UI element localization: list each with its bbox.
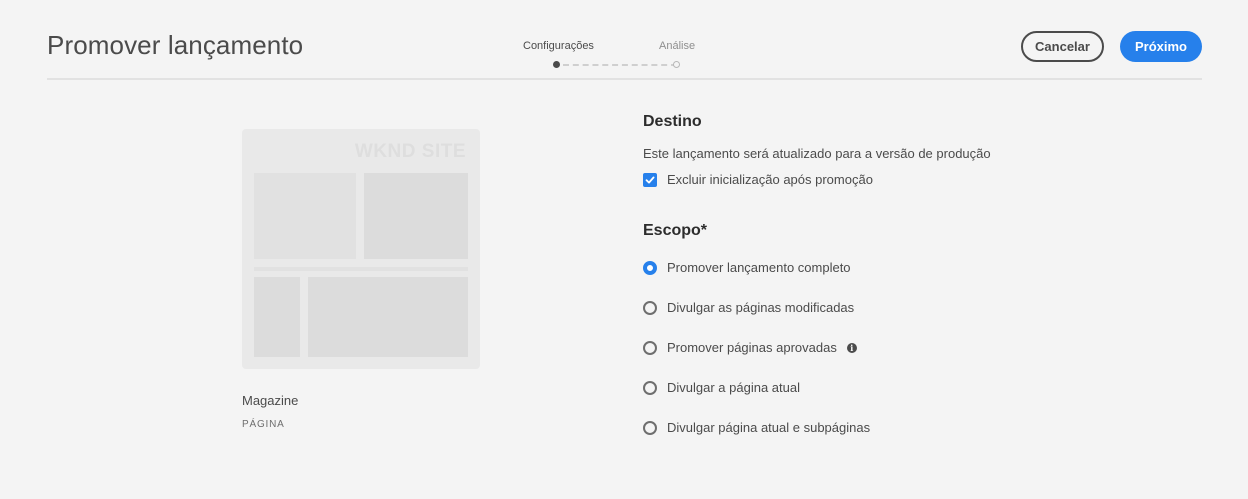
scope-option-label: Divulgar as páginas modificadas bbox=[667, 300, 855, 315]
page-thumbnail: WKND SITE bbox=[242, 129, 480, 369]
thumbnail-image-block bbox=[308, 277, 468, 357]
radio-button[interactable] bbox=[643, 340, 657, 355]
radio-button[interactable] bbox=[643, 260, 657, 275]
thumbnail-separator bbox=[254, 267, 468, 271]
thumbnail-image-block bbox=[364, 173, 468, 259]
next-button[interactable]: Próximo bbox=[1120, 31, 1202, 62]
header-divider bbox=[47, 78, 1202, 80]
info-icon[interactable]: i bbox=[846, 342, 857, 353]
scope-option-current-subpages[interactable]: Divulgar página atual e subpáginas bbox=[643, 420, 870, 435]
scope-option-approved[interactable]: Promover páginas aprovadas i bbox=[643, 340, 857, 355]
header: Promover lançamento Configurações Anális… bbox=[0, 0, 1248, 80]
radio-button[interactable] bbox=[643, 300, 657, 315]
page-title: Promover lançamento bbox=[47, 30, 304, 60]
cancel-button[interactable]: Cancelar bbox=[1021, 31, 1104, 62]
thumbnail-site-title: WKND SITE bbox=[354, 141, 466, 162]
scope-option-current[interactable]: Divulgar a página atual bbox=[643, 380, 800, 395]
thumbnail-image-block bbox=[254, 173, 356, 259]
page-name: Magazine bbox=[242, 393, 299, 408]
step-connector bbox=[563, 64, 677, 66]
destination-heading: Destino bbox=[643, 113, 702, 130]
step-configuracoes-dot bbox=[553, 61, 560, 68]
step-analise-dot bbox=[673, 61, 680, 68]
scope-option-full[interactable]: Promover lançamento completo bbox=[643, 260, 851, 275]
scope-option-modified[interactable]: Divulgar as páginas modificadas bbox=[643, 300, 854, 315]
scope-option-label: Promover páginas aprovadas bbox=[667, 340, 837, 355]
scope-option-label: Divulgar página atual e subpáginas bbox=[667, 420, 871, 435]
exclude-launch-label: Excluir inicialização após promoção bbox=[667, 172, 873, 187]
step-analise-label: Análise bbox=[659, 40, 696, 52]
checkmark-icon bbox=[645, 176, 655, 183]
exclude-launch-checkbox-row[interactable]: Excluir inicialização após promoção bbox=[643, 172, 873, 187]
page-type: PÁGINA bbox=[242, 419, 285, 430]
radio-button[interactable] bbox=[643, 420, 657, 435]
destination-description: Este lançamento será atualizado para a v… bbox=[643, 146, 991, 161]
scope-option-label: Promover lançamento completo bbox=[667, 260, 851, 275]
radio-button[interactable] bbox=[643, 380, 657, 395]
step-configuracoes-label: Configurações bbox=[523, 40, 594, 52]
thumbnail-image-block bbox=[254, 277, 300, 357]
wizard-steps: Configurações Análise bbox=[510, 40, 710, 70]
scope-option-label: Divulgar a página atual bbox=[667, 380, 800, 395]
scope-heading: Escopo* bbox=[643, 222, 708, 239]
exclude-launch-checkbox[interactable] bbox=[643, 172, 657, 187]
